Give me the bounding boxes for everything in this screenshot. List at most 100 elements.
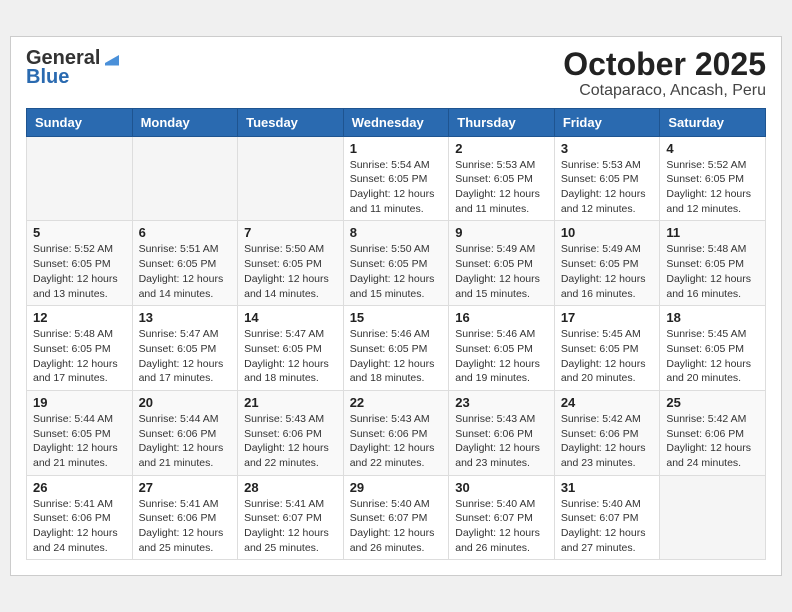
- day-number: 10: [561, 225, 654, 240]
- day-info: Sunrise: 5:49 AM Sunset: 6:05 PM Dayligh…: [455, 242, 548, 301]
- day-number: 1: [350, 141, 443, 156]
- cell-3-3: 14 Sunrise: 5:47 AM Sunset: 6:05 PM Dayli…: [238, 306, 344, 391]
- cell-1-3: [238, 136, 344, 221]
- cell-3-7: 18 Sunrise: 5:45 AM Sunset: 6:05 PM Dayli…: [660, 306, 766, 391]
- day-info: Sunrise: 5:46 AM Sunset: 6:05 PM Dayligh…: [455, 327, 548, 386]
- day-info: Sunrise: 5:43 AM Sunset: 6:06 PM Dayligh…: [455, 412, 548, 471]
- day-info: Sunrise: 5:47 AM Sunset: 6:05 PM Dayligh…: [244, 327, 337, 386]
- cell-5-6: 31 Sunrise: 5:40 AM Sunset: 6:07 PM Dayli…: [554, 475, 660, 560]
- logo: General Blue: [26, 47, 123, 89]
- header-monday: Monday: [132, 108, 238, 136]
- week-row-2: 5 Sunrise: 5:52 AM Sunset: 6:05 PM Daylig…: [27, 221, 766, 306]
- weekday-header-row: Sunday Monday Tuesday Wednesday Thursday…: [27, 108, 766, 136]
- day-info: Sunrise: 5:44 AM Sunset: 6:05 PM Dayligh…: [33, 412, 126, 471]
- day-number: 31: [561, 480, 654, 495]
- day-number: 28: [244, 480, 337, 495]
- cell-3-4: 15 Sunrise: 5:46 AM Sunset: 6:05 PM Dayli…: [343, 306, 449, 391]
- day-number: 18: [666, 310, 759, 325]
- header-saturday: Saturday: [660, 108, 766, 136]
- cell-1-5: 2Sunrise: 5:53 AM Sunset: 6:05 PM Daylig…: [449, 136, 555, 221]
- day-number: 30: [455, 480, 548, 495]
- cell-2-6: 10 Sunrise: 5:49 AM Sunset: 6:05 PM Dayli…: [554, 221, 660, 306]
- calendar-table: Sunday Monday Tuesday Wednesday Thursday…: [26, 108, 766, 561]
- cell-1-1: [27, 136, 133, 221]
- cell-4-6: 24 Sunrise: 5:42 AM Sunset: 6:06 PM Dayli…: [554, 390, 660, 475]
- cell-2-1: 5 Sunrise: 5:52 AM Sunset: 6:05 PM Daylig…: [27, 221, 133, 306]
- day-number: 24: [561, 395, 654, 410]
- calendar-header: General Blue October 2025 Cotaparaco, An…: [26, 47, 766, 100]
- day-info: Sunrise: 5:40 AM Sunset: 6:07 PM Dayligh…: [455, 497, 548, 556]
- logo-blue: Blue: [26, 66, 69, 89]
- day-info: Sunrise: 5:52 AM Sunset: 6:05 PM Dayligh…: [33, 242, 126, 301]
- cell-2-2: 6Sunrise: 5:51 AM Sunset: 6:05 PM Daylig…: [132, 221, 238, 306]
- day-info: Sunrise: 5:40 AM Sunset: 6:07 PM Dayligh…: [561, 497, 654, 556]
- day-info: Sunrise: 5:44 AM Sunset: 6:06 PM Dayligh…: [139, 412, 232, 471]
- day-info: Sunrise: 5:49 AM Sunset: 6:05 PM Dayligh…: [561, 242, 654, 301]
- cell-5-4: 29 Sunrise: 5:40 AM Sunset: 6:07 PM Dayli…: [343, 475, 449, 560]
- cell-5-3: 28Sunrise: 5:41 AM Sunset: 6:07 PM Dayli…: [238, 475, 344, 560]
- day-number: 14: [244, 310, 337, 325]
- day-info: Sunrise: 5:50 AM Sunset: 6:05 PM Dayligh…: [244, 242, 337, 301]
- day-number: 23: [455, 395, 548, 410]
- header-wednesday: Wednesday: [343, 108, 449, 136]
- day-info: Sunrise: 5:53 AM Sunset: 6:05 PM Dayligh…: [455, 158, 548, 217]
- cell-5-7: [660, 475, 766, 560]
- header-sunday: Sunday: [27, 108, 133, 136]
- week-row-5: 26 Sunrise: 5:41 AM Sunset: 6:06 PM Dayli…: [27, 475, 766, 560]
- cell-1-2: [132, 136, 238, 221]
- cell-4-4: 22 Sunrise: 5:43 AM Sunset: 6:06 PM Dayli…: [343, 390, 449, 475]
- day-info: Sunrise: 5:41 AM Sunset: 6:06 PM Dayligh…: [139, 497, 232, 556]
- day-number: 22: [350, 395, 443, 410]
- day-info: Sunrise: 5:47 AM Sunset: 6:05 PM Dayligh…: [139, 327, 232, 386]
- cell-4-1: 19Sunrise: 5:44 AM Sunset: 6:05 PM Dayli…: [27, 390, 133, 475]
- day-number: 6: [139, 225, 232, 240]
- cell-4-5: 23 Sunrise: 5:43 AM Sunset: 6:06 PM Dayli…: [449, 390, 555, 475]
- day-info: Sunrise: 5:45 AM Sunset: 6:05 PM Dayligh…: [561, 327, 654, 386]
- day-number: 20: [139, 395, 232, 410]
- day-info: Sunrise: 5:48 AM Sunset: 6:05 PM Dayligh…: [33, 327, 126, 386]
- day-info: Sunrise: 5:46 AM Sunset: 6:05 PM Dayligh…: [350, 327, 443, 386]
- day-number: 5: [33, 225, 126, 240]
- week-row-3: 12 Sunrise: 5:48 AM Sunset: 6:05 PM Dayli…: [27, 306, 766, 391]
- cell-3-5: 16 Sunrise: 5:46 AM Sunset: 6:05 PM Dayli…: [449, 306, 555, 391]
- day-info: Sunrise: 5:50 AM Sunset: 6:05 PM Dayligh…: [350, 242, 443, 301]
- day-number: 11: [666, 225, 759, 240]
- cell-1-6: 3Sunrise: 5:53 AM Sunset: 6:05 PM Daylig…: [554, 136, 660, 221]
- day-info: Sunrise: 5:43 AM Sunset: 6:06 PM Dayligh…: [350, 412, 443, 471]
- day-number: 8: [350, 225, 443, 240]
- day-info: Sunrise: 5:54 AM Sunset: 6:05 PM Dayligh…: [350, 158, 443, 217]
- cell-4-2: 20 Sunrise: 5:44 AM Sunset: 6:06 PM Dayli…: [132, 390, 238, 475]
- cell-1-4: 1 Sunrise: 5:54 AM Sunset: 6:05 PM Daylig…: [343, 136, 449, 221]
- day-info: Sunrise: 5:40 AM Sunset: 6:07 PM Dayligh…: [350, 497, 443, 556]
- day-info: Sunrise: 5:48 AM Sunset: 6:05 PM Dayligh…: [666, 242, 759, 301]
- header-tuesday: Tuesday: [238, 108, 344, 136]
- cell-5-5: 30 Sunrise: 5:40 AM Sunset: 6:07 PM Dayli…: [449, 475, 555, 560]
- day-number: 29: [350, 480, 443, 495]
- day-info: Sunrise: 5:41 AM Sunset: 6:06 PM Dayligh…: [33, 497, 126, 556]
- week-row-4: 19Sunrise: 5:44 AM Sunset: 6:05 PM Dayli…: [27, 390, 766, 475]
- day-info: Sunrise: 5:42 AM Sunset: 6:06 PM Dayligh…: [666, 412, 759, 471]
- location-title: Cotaparaco, Ancash, Peru: [563, 82, 766, 100]
- day-number: 16: [455, 310, 548, 325]
- day-info: Sunrise: 5:42 AM Sunset: 6:06 PM Dayligh…: [561, 412, 654, 471]
- calendar-body: 1 Sunrise: 5:54 AM Sunset: 6:05 PM Daylig…: [27, 136, 766, 560]
- header-friday: Friday: [554, 108, 660, 136]
- cell-3-6: 17 Sunrise: 5:45 AM Sunset: 6:05 PM Dayli…: [554, 306, 660, 391]
- cell-2-5: 9Sunrise: 5:49 AM Sunset: 6:05 PM Daylig…: [449, 221, 555, 306]
- day-number: 7: [244, 225, 337, 240]
- day-number: 15: [350, 310, 443, 325]
- cell-5-1: 26 Sunrise: 5:41 AM Sunset: 6:06 PM Dayli…: [27, 475, 133, 560]
- month-title: October 2025: [563, 47, 766, 82]
- day-number: 26: [33, 480, 126, 495]
- day-number: 17: [561, 310, 654, 325]
- cell-3-1: 12 Sunrise: 5:48 AM Sunset: 6:05 PM Dayli…: [27, 306, 133, 391]
- title-section: October 2025 Cotaparaco, Ancash, Peru: [563, 47, 766, 100]
- day-number: 12: [33, 310, 126, 325]
- day-info: Sunrise: 5:52 AM Sunset: 6:05 PM Dayligh…: [666, 158, 759, 217]
- calendar-container: General Blue October 2025 Cotaparaco, An…: [10, 36, 782, 577]
- cell-4-7: 25Sunrise: 5:42 AM Sunset: 6:06 PM Dayli…: [660, 390, 766, 475]
- cell-2-3: 7 Sunrise: 5:50 AM Sunset: 6:05 PM Daylig…: [238, 221, 344, 306]
- header-thursday: Thursday: [449, 108, 555, 136]
- week-row-1: 1 Sunrise: 5:54 AM Sunset: 6:05 PM Daylig…: [27, 136, 766, 221]
- day-info: Sunrise: 5:45 AM Sunset: 6:05 PM Dayligh…: [666, 327, 759, 386]
